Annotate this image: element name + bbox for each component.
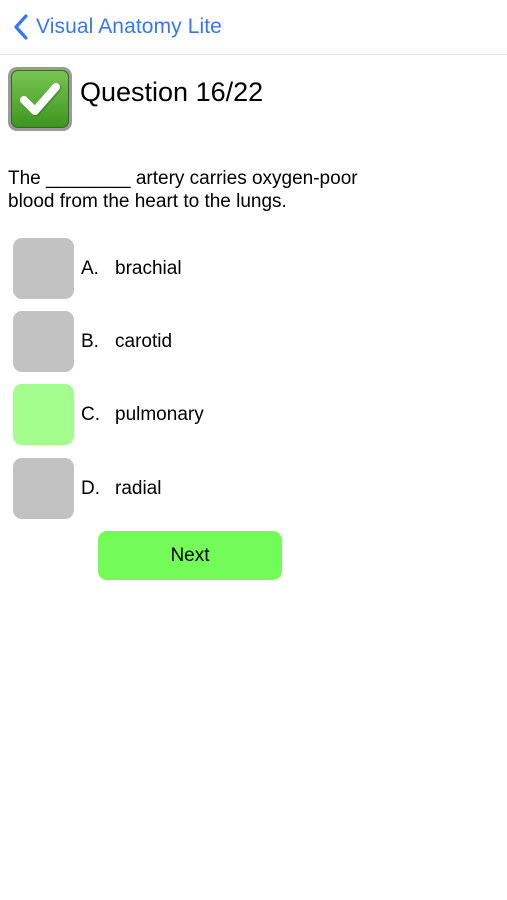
question-text: The ________ artery carries oxygen-poor …	[8, 167, 388, 213]
option-text: carotid	[115, 330, 173, 352]
navigation-bar: Visual Anatomy Lite	[0, 0, 507, 55]
question-line-2: blood from the heart to the lungs.	[8, 191, 287, 212]
question-line-1: The ________ artery carries oxygen-poor	[8, 168, 358, 189]
answer-option-b[interactable]: B. carotid	[13, 311, 172, 372]
answer-option-a[interactable]: A. brachial	[13, 238, 182, 299]
option-text: pulmonary	[115, 403, 204, 425]
checkmark-icon	[8, 67, 72, 131]
option-checkbox[interactable]	[13, 384, 74, 445]
option-text: radial	[115, 477, 162, 499]
answer-option-d[interactable]: D. radial	[13, 458, 161, 519]
quiz-screen: Visual Anatomy Lite Question 16/22 The _…	[0, 0, 507, 900]
option-text: brachial	[115, 257, 182, 279]
next-button[interactable]: Next	[98, 531, 282, 580]
question-header: Question 16/22	[8, 67, 263, 131]
question-counter: Question 16/22	[80, 76, 264, 107]
back-button[interactable]: Visual Anatomy Lite	[12, 12, 222, 42]
back-button-label: Visual Anatomy Lite	[36, 15, 222, 38]
option-letter: C.	[81, 403, 100, 425]
option-letter: B.	[81, 330, 99, 352]
option-checkbox[interactable]	[13, 458, 74, 519]
option-checkbox[interactable]	[13, 311, 74, 372]
answer-option-c[interactable]: C. pulmonary	[13, 384, 204, 445]
option-letter: A.	[81, 257, 99, 279]
chevron-left-icon	[12, 12, 32, 42]
option-letter: D.	[81, 477, 100, 499]
option-checkbox[interactable]	[13, 238, 74, 299]
